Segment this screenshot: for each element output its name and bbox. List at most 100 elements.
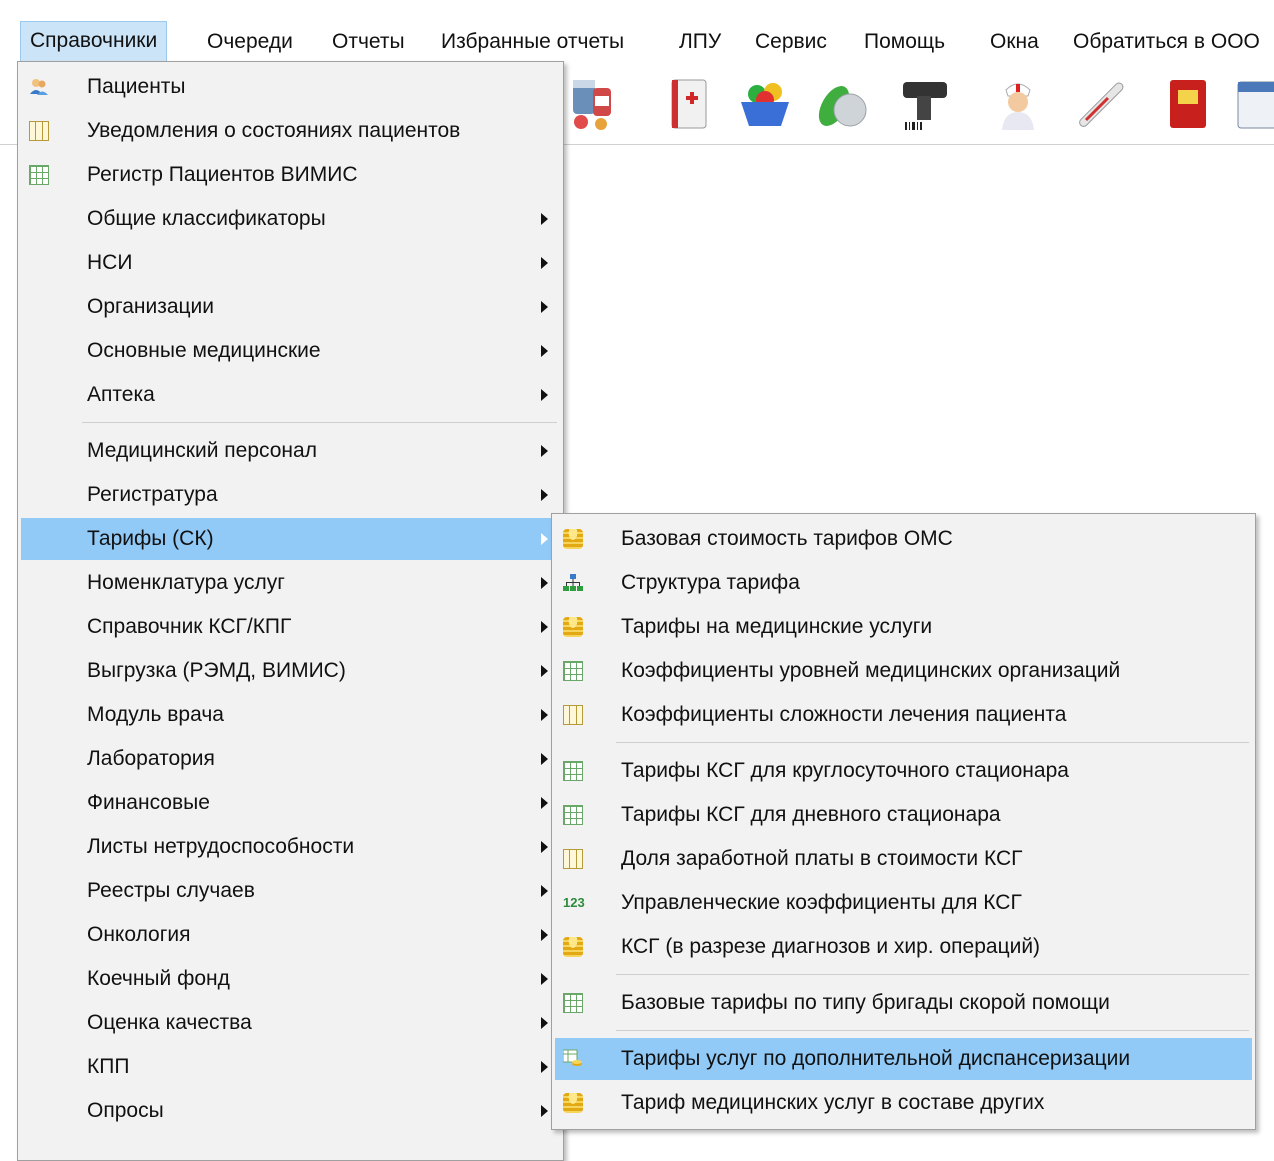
- submenu-arrow-icon: [541, 445, 548, 457]
- menu-okna[interactable]: Окна: [981, 22, 1048, 62]
- menu-obratitsya[interactable]: Обратиться в ООО: [1064, 22, 1269, 62]
- menu-item-tarify-sk[interactable]: Тарифы (СК): [21, 518, 560, 560]
- menu-item-uvedomleniya[interactable]: Уведомления о состояниях пациентов: [21, 110, 560, 152]
- menu-item-label: Базовые тарифы по типу бригады скорой по…: [621, 991, 1110, 1014]
- hierarchy-icon: [563, 574, 583, 591]
- menu-izbrannye-otchety[interactable]: Избранные отчеты: [432, 22, 633, 62]
- submenu-item-dop-dispanserizatsiya[interactable]: Тарифы услуг по дополнительной диспансер…: [555, 1038, 1252, 1080]
- menu-item-kpp[interactable]: КПП: [21, 1046, 560, 1088]
- menu-item-label: НСИ: [87, 251, 133, 274]
- pills-icon[interactable]: [565, 74, 625, 134]
- menu-pomosch[interactable]: Помощь: [855, 22, 954, 62]
- menu-item-label: Тарифы на медицинские услуги: [621, 615, 933, 638]
- submenu-item-ksg-dnevnoy[interactable]: Тарифы КСГ для дневного стационара: [555, 794, 1252, 836]
- menu-item-spravochnik-ksg[interactable]: Справочник КСГ/КПГ: [21, 606, 560, 648]
- menu-item-onkologiya[interactable]: Онкология: [21, 914, 560, 956]
- submenu-item-tarify-med-uslugi[interactable]: Тарифы на медицинские услуги: [555, 606, 1252, 648]
- grid-icon: [29, 165, 49, 185]
- submenu-arrow-icon: [541, 301, 548, 313]
- menu-item-oprosy[interactable]: Опросы: [21, 1090, 560, 1132]
- menu-item-label: Номенклатура услуг: [87, 571, 285, 594]
- submenu-item-dolya-zp[interactable]: Доля заработной платы в стоимости КСГ: [555, 838, 1252, 880]
- submenu-item-bazovye-tarify-brigady[interactable]: Базовые тарифы по типу бригады скорой по…: [555, 982, 1252, 1024]
- submenu-arrow-icon: [541, 885, 548, 897]
- menu-item-modul-vracha[interactable]: Модуль врача: [21, 694, 560, 736]
- capsules-icon[interactable]: [812, 74, 872, 134]
- menu-item-label: Уведомления о состояниях пациентов: [87, 119, 461, 142]
- menu-item-osnovnye-meditsinskie[interactable]: Основные медицинские: [21, 330, 560, 372]
- menu-item-label: КПП: [87, 1055, 130, 1078]
- menu-item-label: Пациенты: [87, 75, 186, 98]
- menu-ocheredi[interactable]: Очереди: [198, 22, 302, 62]
- menu-item-label: Аптека: [87, 383, 155, 406]
- menu-item-label: Организации: [87, 295, 215, 318]
- calendar-icon[interactable]: [1230, 74, 1274, 134]
- submenu-arrow-icon: [541, 841, 548, 853]
- submenu-item-ksg-kruglosutochny[interactable]: Тарифы КСГ для круглосуточного стационар…: [555, 750, 1252, 792]
- nurse-icon[interactable]: [988, 74, 1048, 134]
- coins-icon: [563, 1093, 583, 1113]
- menu-item-label: Реестры случаев: [87, 879, 255, 902]
- menu-item-label: Онкология: [87, 923, 191, 946]
- menu-item-label: Тарифы КСГ для дневного стационара: [621, 803, 1001, 826]
- basket-icon[interactable]: [735, 74, 795, 134]
- menu-otchety[interactable]: Отчеты: [323, 22, 414, 62]
- menu-item-label: Коэффициенты уровней медицинских организ…: [621, 659, 1121, 682]
- table-coins-icon: [563, 1049, 582, 1066]
- menu-item-registr-vimis[interactable]: Регистр Пациентов ВИМИС: [21, 154, 560, 196]
- menu-item-listy-netrudosposobnosti[interactable]: Листы нетрудоспособности: [21, 826, 560, 868]
- menu-item-laboratoriya[interactable]: Лаборатория: [21, 738, 560, 780]
- submenu-arrow-icon: [541, 709, 548, 721]
- menu-item-label: Общие классификаторы: [87, 207, 326, 230]
- menu-lpu[interactable]: ЛПУ: [670, 22, 730, 62]
- submenu-item-upravlencheskie-koef[interactable]: 123 Управленческие коэффициенты для КСГ: [555, 882, 1252, 924]
- menu-item-label: Оценка качества: [87, 1011, 252, 1034]
- submenu-item-struktura-tarifa[interactable]: Структура тарифа: [555, 562, 1252, 604]
- medical-book-icon[interactable]: [660, 74, 720, 134]
- menu-item-otsenka-kachestva[interactable]: Оценка качества: [21, 1002, 560, 1044]
- menu-item-apteka[interactable]: Аптека: [21, 374, 560, 416]
- menu-separator: [82, 422, 557, 423]
- submenu-item-ksg-diagnozy[interactable]: КСГ (в разрезе диагнозов и хир. операций…: [555, 926, 1252, 968]
- menu-spravochniki[interactable]: Справочники: [20, 21, 168, 63]
- menu-item-organizatsii[interactable]: Организации: [21, 286, 560, 328]
- menu-item-obschie-klassifikatory[interactable]: Общие классификаторы: [21, 198, 560, 240]
- menu-item-label: Справочник КСГ/КПГ: [87, 615, 292, 638]
- coins-icon: [563, 617, 583, 637]
- menu-item-label: Доля заработной платы в стоимости КСГ: [621, 847, 1023, 870]
- menu-item-label: Листы нетрудоспособности: [87, 835, 355, 858]
- submenu-arrow-icon: [541, 345, 548, 357]
- menu-item-patsienty[interactable]: Пациенты: [21, 66, 560, 108]
- menu-item-label: Выгрузка (РЭМД, ВИМИС): [87, 659, 346, 682]
- menu-item-nomenklatura-uslug[interactable]: Номенклатура услуг: [21, 562, 560, 604]
- menu-item-koechny-fond[interactable]: Коечный фонд: [21, 958, 560, 1000]
- submenu-arrow-icon: [541, 533, 548, 545]
- menu-item-nsi[interactable]: НСИ: [21, 242, 560, 284]
- thermometer-icon[interactable]: [1072, 74, 1132, 134]
- menu-item-label: Медицинский персонал: [87, 439, 317, 462]
- menu-servis[interactable]: Сервис: [746, 22, 836, 62]
- columns-icon: [563, 849, 583, 869]
- submenu-item-koef-slozhnosti[interactable]: Коэффициенты сложности лечения пациента: [555, 694, 1252, 736]
- red-book-icon[interactable]: [1158, 74, 1218, 134]
- menu-item-label: Структура тарифа: [621, 571, 800, 594]
- menu-item-label: Управленческие коэффициенты для КСГ: [621, 891, 1022, 914]
- coins-icon: [563, 937, 583, 957]
- grid-icon: [563, 761, 583, 781]
- menu-item-label: КСГ (в разрезе диагнозов и хир. операций…: [621, 935, 1041, 958]
- menu-item-med-personal[interactable]: Медицинский персонал: [21, 430, 560, 472]
- menu-item-reestry-sluchaev[interactable]: Реестры случаев: [21, 870, 560, 912]
- submenu-item-tarif-v-sostave[interactable]: Тариф медицинских услуг в составе других: [555, 1082, 1252, 1124]
- submenu-arrow-icon: [541, 1061, 548, 1073]
- menu-item-vygruzka[interactable]: Выгрузка (РЭМД, ВИМИС): [21, 650, 560, 692]
- barcode-scanner-icon[interactable]: [895, 74, 955, 134]
- submenu-arrow-icon: [541, 577, 548, 589]
- submenu-item-bazovaya-stoimost[interactable]: Базовая стоимость тарифов ОМС: [555, 518, 1252, 560]
- submenu-item-koef-urovney[interactable]: Коэффициенты уровней медицинских организ…: [555, 650, 1252, 692]
- menu-item-registratura[interactable]: Регистратура: [21, 474, 560, 516]
- menu-item-label: Коечный фонд: [87, 967, 230, 990]
- submenu-arrow-icon: [541, 257, 548, 269]
- menu-item-label: Тарифы КСГ для круглосуточного стационар…: [621, 759, 1069, 782]
- menu-item-finansovye[interactable]: Финансовые: [21, 782, 560, 824]
- submenu-arrow-icon: [541, 1105, 548, 1117]
